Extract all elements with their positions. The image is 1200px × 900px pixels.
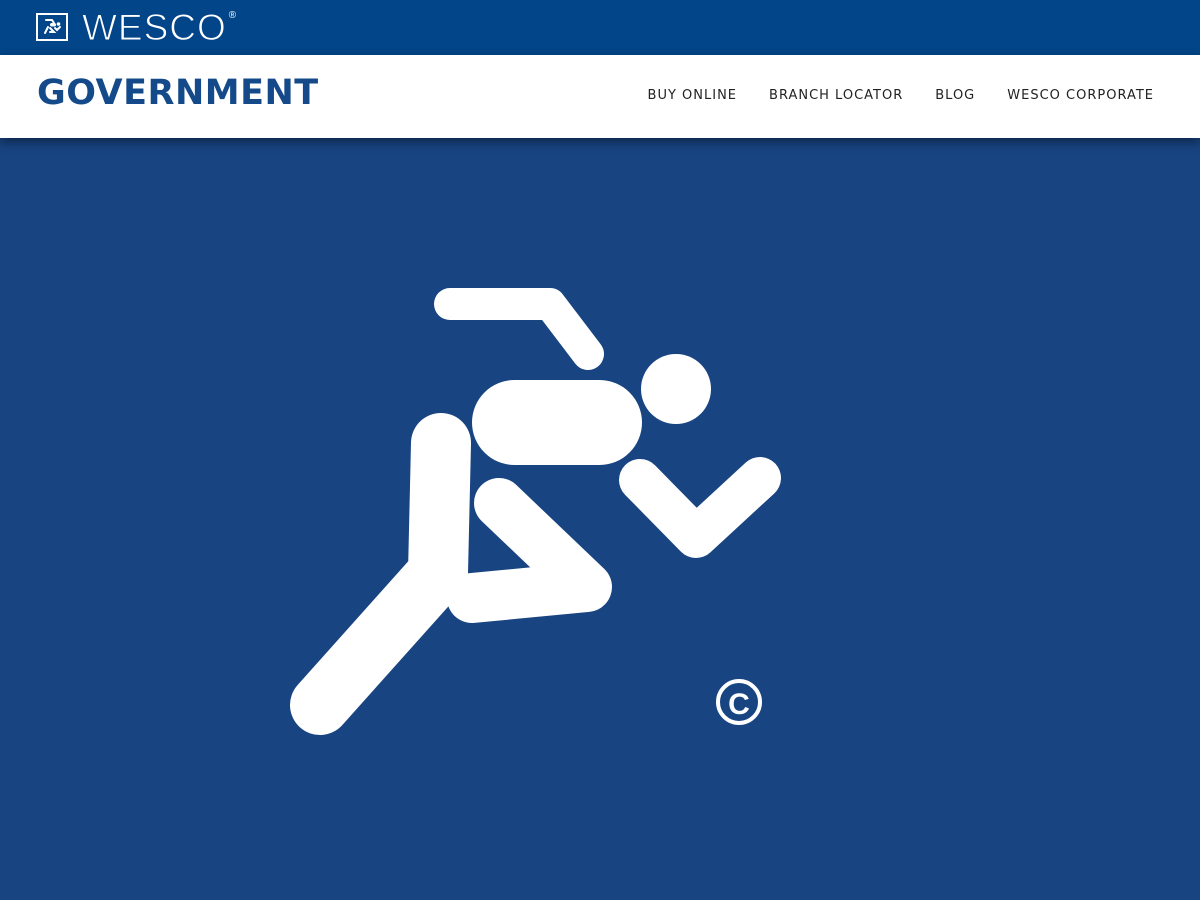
brand-name: WESCO <box>82 6 227 48</box>
running-man-icon <box>36 13 68 41</box>
copyright-mark: C <box>716 679 762 725</box>
registered-mark: ® <box>228 9 237 21</box>
top-bar: WESCO ® <box>0 0 1200 55</box>
running-man-logo: C <box>290 288 781 735</box>
nav-link-wesco-corporate[interactable]: WESCO CORPORATE <box>1007 88 1154 103</box>
hero-banner: C <box>0 138 1200 900</box>
nav-links: BUY ONLINE BRANCH LOCATOR BLOG WESCO COR… <box>616 88 1154 103</box>
running-man-icon <box>290 288 781 735</box>
navigation-bar: GOVERNMENT BUY ONLINE BRANCH LOCATOR BLO… <box>0 55 1200 138</box>
nav-link-branch-locator[interactable]: BRANCH LOCATOR <box>769 88 903 103</box>
nav-link-blog[interactable]: BLOG <box>935 88 975 103</box>
wesco-logo-link[interactable]: WESCO ® <box>36 6 237 48</box>
site-title[interactable]: GOVERNMENT <box>37 73 319 113</box>
nav-link-buy-online[interactable]: BUY ONLINE <box>648 88 737 103</box>
svg-text:C: C <box>728 688 750 721</box>
